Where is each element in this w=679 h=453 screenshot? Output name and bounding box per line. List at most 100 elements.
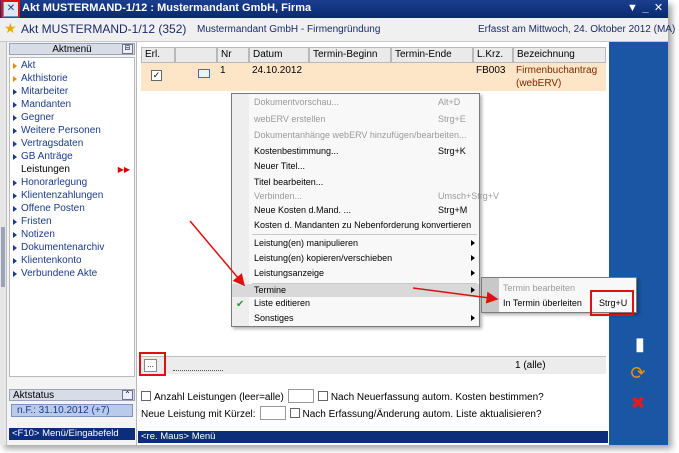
sidebar-item-mitarbeiter[interactable]: Mitarbeiter	[10, 85, 134, 98]
anzahl-checkbox[interactable]	[141, 391, 151, 401]
favorite-star-icon[interactable]: ★	[4, 20, 17, 37]
sidebar: Aktmenü ⊟ Akt Akthistorie Mitarbeiter Ma…	[7, 42, 137, 445]
cell-ende	[391, 63, 394, 91]
sidebar-item-akthistorie[interactable]: Akthistorie	[10, 72, 134, 85]
scroll-ruler	[173, 367, 223, 371]
collapse-icon[interactable]: ⌃	[122, 390, 133, 400]
neuerfassung-checkbox[interactable]	[317, 391, 328, 401]
aenderung-checkbox[interactable]	[289, 408, 300, 418]
sidebar-item-honorarlegung[interactable]: Honorarlegung	[10, 176, 134, 189]
menu-item-neue-kosten[interactable]: Neue Kosten d.Mand. ... Strg+M	[232, 204, 479, 217]
bullet-icon	[13, 141, 17, 147]
sidebar-item-vertragsdaten[interactable]: Vertragsdaten	[10, 137, 134, 150]
close-icon[interactable]: ✕	[652, 2, 665, 15]
menu-item-weberv-erstellen[interactable]: webERV erstellen Strg+E	[232, 113, 479, 126]
menu-item-liste-editieren[interactable]: ✔ Liste editieren	[232, 297, 479, 310]
sidebar-item-offene-posten[interactable]: Offene Posten	[10, 202, 134, 215]
col-lkrz[interactable]: L.Krz.	[473, 47, 513, 63]
bullet-icon	[13, 115, 17, 121]
bullet-icon	[13, 271, 17, 277]
cell-nr: 1	[220, 65, 226, 76]
anzahl-input[interactable]	[287, 389, 314, 403]
col-erl[interactable]: Erl.	[141, 47, 175, 63]
sidebar-item-klientenkonto[interactable]: Klientenkonto	[10, 254, 134, 267]
submenu-arrow-icon	[471, 255, 475, 261]
sidebar-item-dokumentenarchiv[interactable]: Dokumentenarchiv	[10, 241, 134, 254]
col-datum[interactable]: Datum	[249, 47, 309, 63]
col-icon[interactable]	[175, 47, 217, 63]
bullet-icon	[13, 258, 17, 264]
menu-item-sonstiges[interactable]: Sonstiges	[232, 312, 479, 325]
check-icon: ✔	[236, 299, 245, 310]
table-row[interactable]: ✓ 1 24.10.2012 FB003 Firmenbuchantrag (w…	[141, 63, 606, 91]
sidebar-item-gb-antraege[interactable]: GB Anträge	[10, 150, 134, 163]
bullet-icon	[13, 76, 17, 82]
sidebar-item-fristen[interactable]: Fristen	[10, 215, 134, 228]
cell-datum: 24.10.2012	[252, 65, 303, 76]
sidebar-item-mandanten[interactable]: Mandanten	[10, 98, 134, 111]
annotation-box-more-button	[139, 352, 166, 376]
menu-item-leistungsanzeige[interactable]: Leistungsanzeige	[232, 267, 479, 280]
document-icon	[198, 69, 210, 78]
restore-icon[interactable]: ▼	[626, 2, 639, 15]
minimize-icon[interactable]: _	[639, 2, 652, 15]
sidebar-item-weitere-personen[interactable]: Weitere Personen	[10, 124, 134, 137]
menu-separator	[252, 234, 477, 235]
sidebar-item-leistungen[interactable]: Leistungen ▶▶	[10, 163, 134, 176]
annotation-box-app-icon	[1, 0, 20, 19]
option-anzahl[interactable]: Anzahl Leistungen (leer=alle) Nach Neuerf…	[141, 389, 544, 403]
col-bezeichnung[interactable]: Bezeichnung	[513, 47, 606, 63]
row-checkbox[interactable]: ✓	[151, 70, 162, 81]
bullet-icon	[13, 193, 17, 199]
menu-item-dokumentvorschau[interactable]: Dokumentvorschau... Alt+D	[232, 96, 479, 109]
submenu-arrow-icon	[471, 287, 475, 293]
col-nr[interactable]: Nr	[217, 47, 249, 63]
menu-item-termine[interactable]: Termine	[232, 284, 479, 297]
cell-bezeichnung: Firmenbuchantrag (webERV)	[516, 65, 598, 89]
menu-item-kosten-konvertieren[interactable]: Kosten d. Mandanten zu Nebenforderung ko…	[232, 219, 479, 232]
sidebar-item-verbundene-akte[interactable]: Verbundene Akte	[10, 267, 134, 280]
sidebar-item-klientenzahlungen[interactable]: Klientenzahlungen	[10, 189, 134, 202]
sidebar-menu: Akt Akthistorie Mitarbeiter Mandanten Ge…	[9, 57, 135, 377]
bullet-icon	[13, 206, 17, 212]
scroll-bar-icon[interactable]: ▮	[628, 332, 652, 356]
grid-toolbar: ... 1 (alle)	[141, 356, 606, 374]
annotation-box-shortcut	[590, 290, 634, 316]
case-title: Akt MUSTERMAND-1/12 (352)	[21, 22, 187, 36]
bullet-icon	[13, 128, 17, 134]
active-arrow-icon: ▶▶	[117, 165, 130, 174]
menu-item-titel-bearbeiten[interactable]: Titel bearbeiten...	[232, 176, 479, 189]
status-header: Aktstatus ⌃	[9, 389, 135, 401]
menu-item-verbinden[interactable]: Verbinden... Umsch+Strg+V	[232, 190, 499, 203]
menu-item-leistungen-kopieren[interactable]: Leistung(en) kopieren/verschieben	[232, 252, 479, 265]
menu-item-kostenbestimmung[interactable]: Kostenbestimmung... Strg+K	[232, 145, 479, 158]
context-menu: Dokumentvorschau... Alt+D webERV erstelle…	[231, 93, 499, 327]
col-termin-ende[interactable]: Termin-Ende	[391, 47, 473, 63]
delete-icon[interactable]: ✖	[626, 391, 650, 415]
col-termin-beginn[interactable]: Termin-Beginn	[309, 47, 391, 63]
submenu-arrow-icon	[471, 315, 475, 321]
status-badge[interactable]: n.F.: 31.10.2012 (+7)	[11, 404, 133, 417]
window-titlebar: ✕ Akt MUSTERMAND-1/12 : Mustermandant Gm…	[0, 0, 668, 18]
window-title: Akt MUSTERMAND-1/12 : Mustermandant GmbH…	[22, 2, 312, 14]
menu-item-neuer-titel[interactable]: Neuer Titel...	[232, 160, 479, 173]
sidebar-splitter[interactable]	[0, 42, 7, 445]
action-strip: ▮ ⟳ ✖	[609, 42, 668, 445]
mouse-hint: <re. Maus> Menü	[138, 431, 608, 443]
bullet-icon	[13, 102, 17, 108]
refresh-icon[interactable]: ⟳	[626, 361, 650, 385]
submenu-arrow-icon	[471, 270, 475, 276]
pin-icon[interactable]: ⊟	[122, 44, 133, 54]
record-count: 1 (alle)	[515, 360, 546, 371]
kuerzel-input[interactable]	[259, 406, 286, 420]
menu-item-dokumentanhaenge[interactable]: Dokumentanhänge webERV hinzufügen/bearbe…	[232, 129, 479, 142]
sidebar-item-gegner[interactable]: Gegner	[10, 111, 134, 124]
option-kuerzel[interactable]: Neue Leistung mit Kürzel: Nach Erfassung/…	[141, 406, 542, 420]
sidebar-item-akt[interactable]: Akt	[10, 59, 134, 72]
menu-item-leistungen-manipulieren[interactable]: Leistung(en) manipulieren	[232, 237, 479, 250]
splitter-handle[interactable]	[1, 227, 5, 287]
sidebar-item-notizen[interactable]: Notizen	[10, 228, 134, 241]
bullet-icon	[13, 219, 17, 225]
bullet-icon	[13, 63, 17, 69]
bullet-icon	[13, 154, 17, 160]
